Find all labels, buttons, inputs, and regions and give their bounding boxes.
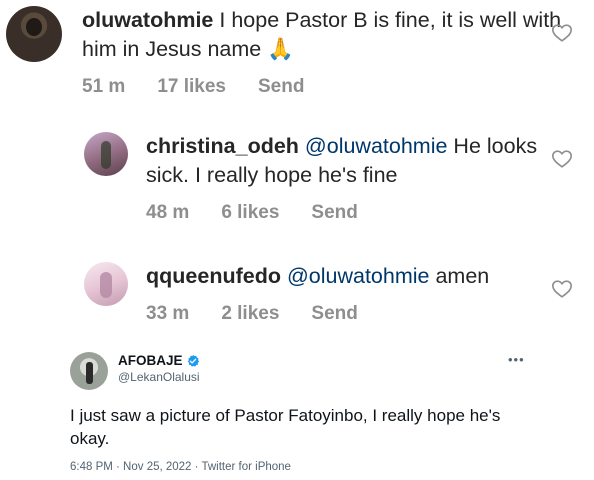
comment-meta: 33 m 2 likes Send [146,303,566,325]
avatar[interactable] [84,132,128,176]
comment-likes[interactable]: 2 likes [221,303,279,325]
send-button[interactable]: Send [311,202,357,224]
avatar[interactable] [84,262,128,306]
tweet-author-name[interactable]: AFOBAJE [118,353,183,368]
heart-icon[interactable] [551,278,573,300]
send-button[interactable]: Send [258,76,304,98]
comment-item: qqueenufedo @oluwatohmie amen 33 m 2 lik… [84,262,566,325]
tweet-card: AFOBAJE @LekanOlalusi ••• I just saw a p… [0,336,594,480]
comment-body: oluwatohmie I hope Pastor B is fine, it … [82,6,562,98]
verified-badge-icon [186,354,200,368]
comment-body: qqueenufedo @oluwatohmie amen 33 m 2 lik… [146,262,566,325]
tweet-avatar[interactable] [70,352,108,390]
comment-meta: 48 m 6 likes Send [146,202,546,224]
comment-username[interactable]: qqueenufedo [146,264,281,288]
tweet-timestamp[interactable]: 6:48 PM · Nov 25, 2022 · Twitter for iPh… [70,461,291,473]
comment-meta: 51 m 17 likes Send [82,76,562,98]
comment-username[interactable]: oluwatohmie [82,8,213,32]
comment-time: 51 m [82,76,126,97]
comment-mention[interactable]: @oluwatohmie [299,134,448,158]
comment-mention[interactable]: @oluwatohmie [281,264,430,288]
comment-likes[interactable]: 6 likes [221,202,279,224]
heart-icon[interactable] [551,148,573,170]
more-icon[interactable]: ••• [508,352,525,367]
comment-text: christina_odeh @oluwatohmie He looks sic… [146,132,546,190]
heart-icon[interactable] [551,22,573,44]
comment-text: oluwatohmie I hope Pastor B is fine, it … [82,6,562,64]
tweet-text: I just saw a picture of Pastor Fatoyinbo… [70,406,501,448]
avatar[interactable] [6,6,62,62]
comment-item: oluwatohmie I hope Pastor B is fine, it … [6,6,562,98]
comment-time: 48 m [146,202,190,223]
comment-body: christina_odeh @oluwatohmie He looks sic… [146,132,546,224]
tweet-handle[interactable]: @LekanOlalusi [118,370,200,384]
comment-username[interactable]: christina_odeh [146,134,299,158]
comment-time: 33 m [146,303,190,324]
instagram-comments: oluwatohmie I hope Pastor B is fine, it … [0,0,594,336]
tweet-author[interactable]: AFOBAJE [118,353,200,368]
comment-message: amen [429,264,490,288]
send-button[interactable]: Send [311,303,357,325]
comment-likes[interactable]: 17 likes [157,76,226,98]
comment-item: christina_odeh @oluwatohmie He looks sic… [84,132,546,224]
comment-text: qqueenufedo @oluwatohmie amen [146,262,566,291]
